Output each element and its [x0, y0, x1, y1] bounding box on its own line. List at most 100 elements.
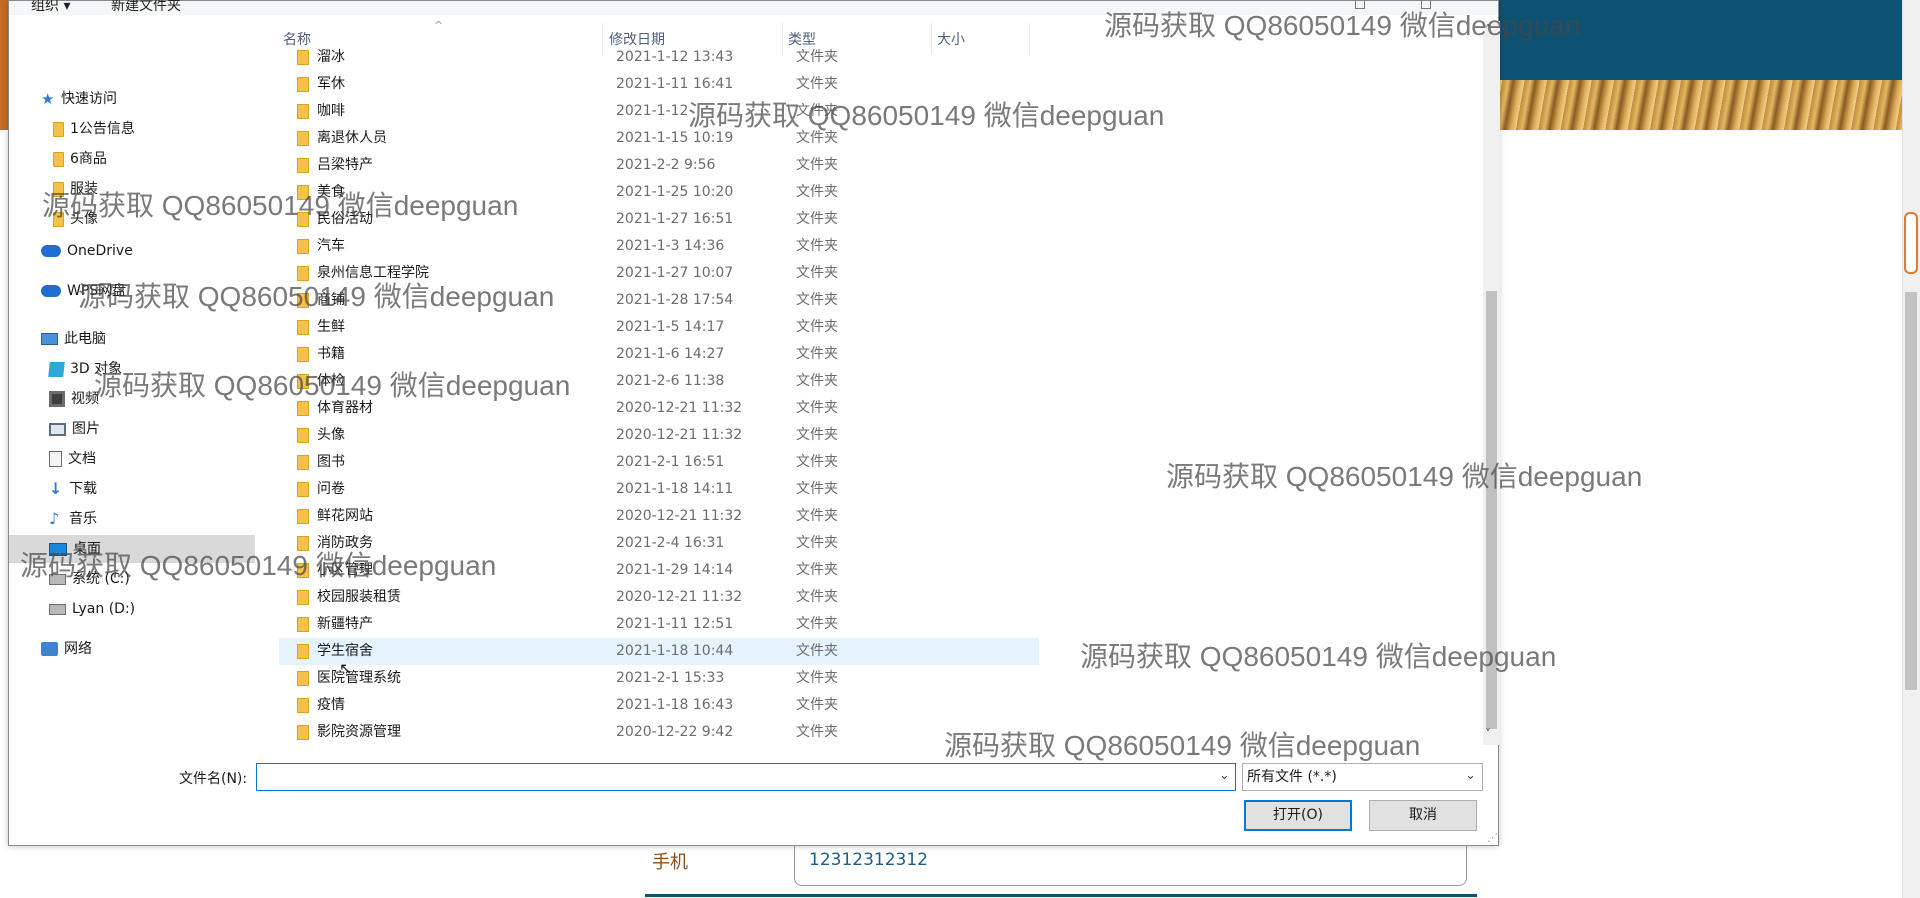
file-row[interactable]: 生鲜 2021-1-5 14:17 文件夹 [279, 314, 1039, 341]
file-row[interactable]: 校园服装租赁 2020-12-21 11:32 文件夹 [279, 584, 1039, 611]
nav-item-label: 网络 [64, 641, 92, 657]
file-name: 溜冰 [317, 49, 345, 65]
file-date: 2021-1-18 14:11 [616, 481, 734, 497]
file-type: 文件夹 [796, 49, 838, 65]
nav-item[interactable]: ↓ 下载 [49, 475, 97, 503]
nav-item-label: 音乐 [69, 511, 97, 527]
nav-item-label: 下载 [69, 481, 97, 497]
file-name: 鲜花网站 [317, 508, 373, 524]
nav-item[interactable]: 6商品 [53, 145, 107, 173]
folder-icon [297, 320, 309, 335]
folder-icon [297, 617, 309, 632]
file-date: 2021-1-25 10:20 [616, 184, 734, 200]
scroll-down-icon[interactable]: ˅ [1485, 727, 1491, 741]
file-date: 2020-12-21 11:32 [616, 427, 743, 443]
file-row[interactable]: 溜冰 2021-1-12 13:43 文件夹 [279, 44, 1039, 71]
filename-dropdown-icon[interactable]: ⌄ [1219, 768, 1230, 783]
watermark: 源码获取 QQ86050149 微信deepguan [944, 730, 1421, 761]
watermark: 源码获取 QQ86050149 微信deepguan [1080, 641, 1557, 672]
file-name: 头像 [317, 427, 345, 443]
page-scrollbar-thumb[interactable] [1905, 292, 1917, 690]
music-icon: ♪ [49, 509, 60, 528]
drive-icon [49, 603, 66, 615]
phone-value: 12312312312 [809, 850, 928, 870]
folder-icon [297, 644, 309, 659]
document-icon [49, 451, 62, 467]
folder-icon [297, 698, 309, 713]
filename-label: 文件名(N): [179, 771, 248, 787]
nav-item[interactable]: ♪ 音乐 [49, 505, 97, 533]
open-button[interactable]: 打开(O) [1244, 800, 1352, 831]
file-row[interactable]: 汽车 2021-1-3 14:36 文件夹 [279, 233, 1039, 260]
file-name: 吕梁特产 [317, 157, 373, 173]
network-icon [41, 642, 58, 656]
film-icon [49, 391, 65, 407]
file-row[interactable]: 学生宿舍 2021-1-18 10:44 文件夹 [279, 638, 1039, 665]
watermark: 源码获取 QQ86050149 微信deepguan [688, 100, 1165, 131]
filetype-dropdown-icon[interactable]: ⌄ [1465, 768, 1476, 783]
nav-item[interactable]: 此电脑 [41, 325, 106, 353]
file-date: 2021-2-1 15:33 [616, 670, 725, 686]
file-row[interactable]: 图书 2021-2-1 16:51 文件夹 [279, 449, 1039, 476]
nav-item-label: Lyan (D:) [72, 601, 136, 617]
file-date: 2021-1-6 14:27 [616, 346, 725, 362]
file-date: 2021-1-27 16:51 [616, 211, 734, 227]
nav-item-label: 此电脑 [64, 331, 106, 347]
folder-icon [297, 725, 309, 740]
nav-item[interactable]: 视频 [49, 385, 99, 413]
folder-icon [297, 77, 309, 92]
file-date: 2021-1-18 10:44 [616, 643, 734, 659]
cancel-button[interactable]: 取消 [1369, 800, 1477, 831]
new-folder-button[interactable]: 新建文件夹 [111, 0, 181, 15]
file-date: 2021-1-29 14:14 [616, 562, 734, 578]
phone-label: 手机 [652, 852, 688, 873]
file-row[interactable]: 头像 2020-12-21 11:32 文件夹 [279, 422, 1039, 449]
nav-item[interactable]: 文档 [49, 445, 96, 473]
file-name: 问卷 [317, 481, 345, 497]
screen: 手机 12312312312 组织 ▾ 新建文件夹 ★ 快速访问 1公告信息 6商品服… [0, 0, 1920, 898]
file-row[interactable]: 疫情 2021-1-18 16:43 文件夹 [279, 692, 1039, 719]
cloud-icon [41, 285, 61, 297]
file-name: 影院资源管理 [317, 724, 401, 740]
file-type: 文件夹 [796, 481, 838, 497]
folder-icon [297, 590, 309, 605]
file-row[interactable]: 医院管理系统 2021-2-1 15:33 文件夹 [279, 665, 1039, 692]
watermark: 源码获取 QQ86050149 微信deepguan [1166, 461, 1643, 492]
nav-item-label: OneDrive [67, 243, 133, 259]
mouse-cursor-icon: ↖ [339, 659, 353, 678]
file-type: 文件夹 [796, 454, 838, 470]
filename-input[interactable] [256, 763, 1236, 791]
file-type: 文件夹 [796, 184, 838, 200]
file-type: 文件夹 [796, 535, 838, 551]
file-type: 文件夹 [796, 373, 838, 389]
file-row[interactable]: 吕梁特产 2021-2-2 9:56 文件夹 [279, 152, 1039, 179]
nav-item[interactable]: 网络 [41, 635, 92, 663]
nav-item[interactable]: OneDrive [41, 237, 133, 265]
cube-icon [48, 361, 65, 377]
page-bottom-line [645, 894, 1477, 897]
file-row[interactable]: 鲜花网站 2020-12-21 11:32 文件夹 [279, 503, 1039, 530]
nav-item[interactable]: ★ 快速访问 [41, 85, 117, 113]
file-date: 2021-2-1 16:51 [616, 454, 725, 470]
watermark: 源码获取 QQ86050149 微信deepguan [42, 190, 519, 221]
file-date: 2021-1-27 10:07 [616, 265, 734, 281]
watermark: 源码获取 QQ86050149 微信deepguan [20, 550, 497, 581]
organize-menu[interactable]: 组织 ▾ [31, 0, 70, 15]
folder-icon [297, 482, 309, 497]
file-type: 文件夹 [796, 265, 838, 281]
resize-grip-icon[interactable]: ⋰ [1487, 831, 1498, 844]
nav-item[interactable]: Lyan (D:) [49, 595, 135, 623]
file-date: 2020-12-22 9:42 [616, 724, 734, 740]
file-name: 离退休人员 [317, 130, 387, 146]
file-date: 2021-1-12 [616, 103, 689, 119]
file-row[interactable]: 新疆特产 2021-1-11 12:51 文件夹 [279, 611, 1039, 638]
nav-item[interactable]: 1公告信息 [53, 115, 135, 143]
file-row[interactable]: 问卷 2021-1-18 14:11 文件夹 [279, 476, 1039, 503]
nav-item[interactable]: 图片 [49, 415, 100, 443]
file-row[interactable]: 影院资源管理 2020-12-22 9:42 文件夹 [279, 719, 1039, 740]
folder-icon [297, 131, 309, 146]
filetype-select[interactable]: 所有文件 (*.*) [1242, 763, 1483, 791]
file-date: 2021-1-3 14:36 [616, 238, 725, 254]
file-name: 生鲜 [317, 319, 345, 335]
file-name: 军休 [317, 76, 345, 92]
